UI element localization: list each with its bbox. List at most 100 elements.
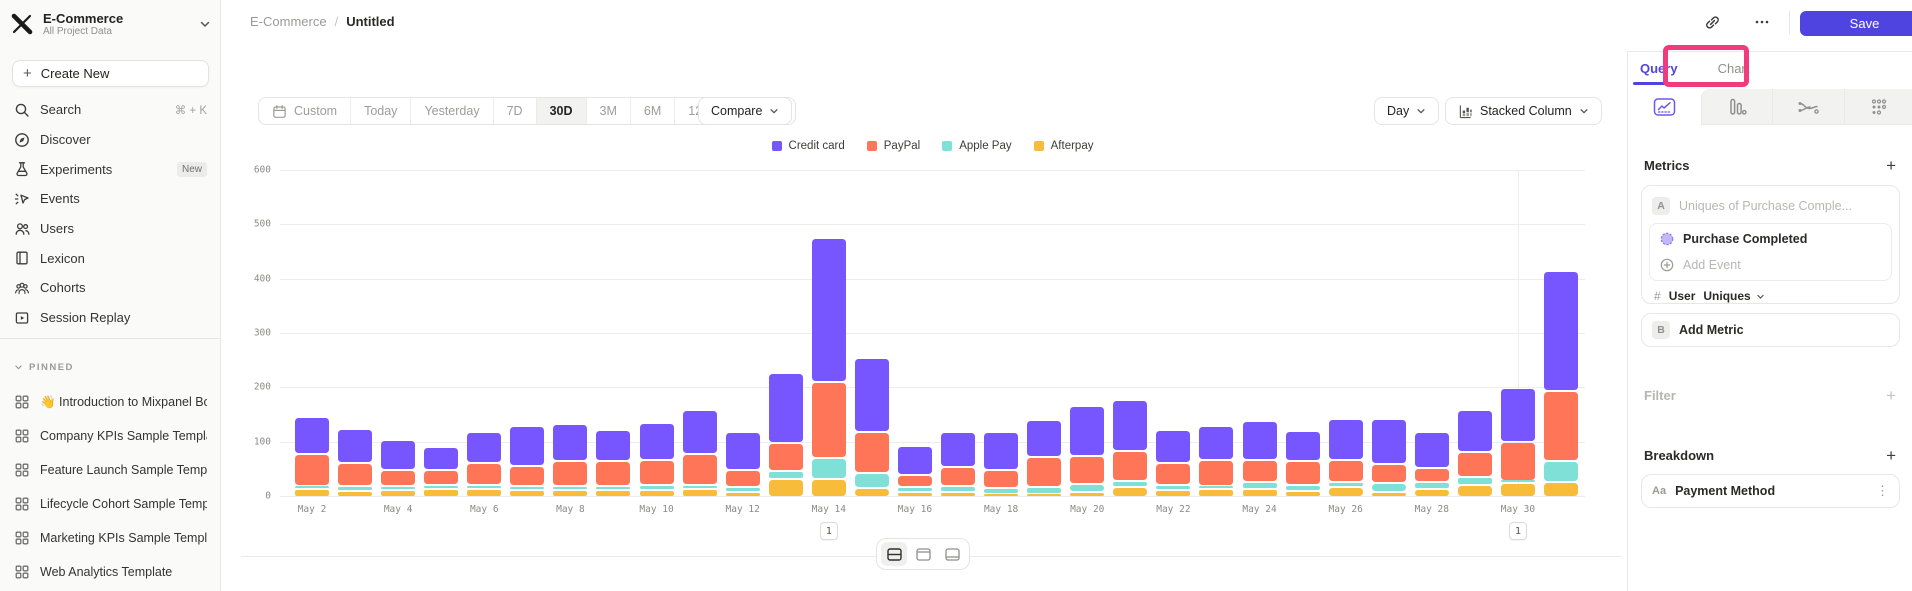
sidebar-item-lexicon[interactable]: Lexicon bbox=[0, 243, 221, 273]
create-new-button[interactable]: + Create New bbox=[12, 60, 209, 87]
compare-button[interactable]: Compare bbox=[698, 97, 792, 125]
bar-segment-paypal[interactable] bbox=[1544, 392, 1578, 460]
bar-segment-credit-card[interactable] bbox=[812, 239, 846, 381]
bar-segment-credit-card[interactable] bbox=[1286, 432, 1320, 460]
sidebar-item-discover[interactable]: Discover bbox=[0, 125, 221, 155]
bar-segment-afterpay[interactable] bbox=[295, 490, 329, 496]
annotation-badge[interactable]: 1 bbox=[820, 522, 838, 540]
bar-segment-afterpay[interactable] bbox=[855, 489, 889, 496]
sidebar-item-experiments[interactable]: ExperimentsNew bbox=[0, 154, 221, 184]
table-only-toggle[interactable] bbox=[939, 542, 965, 566]
bar-segment-paypal[interactable] bbox=[898, 476, 932, 486]
bar-segment-afterpay[interactable] bbox=[424, 490, 458, 496]
annotation-badge[interactable]: 1 bbox=[1509, 522, 1527, 540]
range-6m[interactable]: 6M bbox=[630, 98, 674, 124]
bar-segment-afterpay[interactable] bbox=[1156, 491, 1190, 496]
bar-segment-apple-pay[interactable] bbox=[941, 487, 975, 491]
bar-segment-afterpay[interactable] bbox=[1544, 483, 1578, 496]
bar-segment-paypal[interactable] bbox=[1113, 452, 1147, 479]
count-type-row[interactable]: # User Uniques bbox=[1642, 281, 1899, 312]
bar-segment-afterpay[interactable] bbox=[1199, 490, 1233, 496]
range-30d[interactable]: 30D bbox=[536, 98, 586, 124]
bar-segment-apple-pay[interactable] bbox=[381, 487, 415, 490]
bar-segment-afterpay[interactable] bbox=[1458, 486, 1492, 496]
bar-segment-afterpay[interactable] bbox=[683, 490, 717, 496]
bar-segment-paypal[interactable] bbox=[683, 455, 717, 484]
bar-segment-apple-pay[interactable] bbox=[1329, 483, 1363, 486]
bar-segment-paypal[interactable] bbox=[1027, 458, 1061, 485]
bar-segment-paypal[interactable] bbox=[596, 462, 630, 484]
bar-segment-paypal[interactable] bbox=[295, 455, 329, 486]
bar-segment-paypal[interactable] bbox=[467, 464, 501, 484]
bar-segment-credit-card[interactable] bbox=[295, 418, 329, 452]
event-row[interactable]: Purchase Completed bbox=[1650, 226, 1891, 252]
bar-segment-paypal[interactable] bbox=[1458, 453, 1492, 476]
bar-segment-apple-pay[interactable] bbox=[1415, 483, 1449, 488]
bar-segment-credit-card[interactable] bbox=[726, 433, 760, 470]
bar-segment-afterpay[interactable] bbox=[1286, 492, 1320, 496]
bar-segment-paypal[interactable] bbox=[510, 467, 544, 485]
add-metric-plus-icon[interactable]: + bbox=[1886, 157, 1896, 174]
sidebar-item-search[interactable]: Search⌘ + K bbox=[0, 95, 221, 125]
bar-segment-afterpay[interactable] bbox=[1243, 490, 1277, 496]
bar-segment-credit-card[interactable] bbox=[1415, 433, 1449, 466]
bar-segment-apple-pay[interactable] bbox=[1501, 480, 1535, 482]
bar-segment-afterpay[interactable] bbox=[381, 491, 415, 496]
bar-segment-apple-pay[interactable] bbox=[726, 488, 760, 491]
bar-segment-apple-pay[interactable] bbox=[984, 489, 1018, 492]
bar-segment-apple-pay[interactable] bbox=[855, 474, 889, 487]
bar-segment-apple-pay[interactable] bbox=[596, 487, 630, 490]
bar-segment-apple-pay[interactable] bbox=[1458, 478, 1492, 484]
add-breakdown-plus-icon[interactable]: + bbox=[1886, 447, 1896, 464]
bar-segment-paypal[interactable] bbox=[984, 471, 1018, 487]
range-7d[interactable]: 7D bbox=[493, 98, 536, 124]
bar-segment-credit-card[interactable] bbox=[984, 433, 1018, 470]
pinned-board-item[interactable]: Feature Launch Sample Templa bbox=[0, 453, 221, 487]
bar-segment-credit-card[interactable] bbox=[1544, 272, 1578, 390]
sidebar-item-users[interactable]: Users bbox=[0, 214, 221, 244]
bar-segment-afterpay[interactable] bbox=[898, 493, 932, 496]
bar-segment-paypal[interactable] bbox=[338, 464, 372, 485]
chart-only-toggle[interactable] bbox=[910, 542, 936, 566]
breadcrumb-report-title[interactable]: Untitled bbox=[346, 14, 394, 29]
breadcrumb-project[interactable]: E-Commerce bbox=[250, 14, 327, 29]
granularity-button[interactable]: Day bbox=[1374, 97, 1439, 125]
add-filter-plus-icon[interactable]: + bbox=[1886, 387, 1896, 404]
metric-card-b[interactable]: B Add Metric bbox=[1641, 313, 1900, 347]
bar-segment-credit-card[interactable] bbox=[1243, 422, 1277, 458]
bar-segment-afterpay[interactable] bbox=[984, 494, 1018, 496]
bar-segment-apple-pay[interactable] bbox=[1199, 486, 1233, 488]
split-view-toggle[interactable] bbox=[881, 542, 907, 566]
bar-segment-apple-pay[interactable] bbox=[683, 486, 717, 489]
bar-segment-apple-pay[interactable] bbox=[1070, 485, 1104, 491]
tab-flows[interactable] bbox=[1772, 89, 1845, 125]
bar-segment-credit-card[interactable] bbox=[640, 424, 674, 459]
kebab-menu-icon[interactable]: ⋮ bbox=[1876, 483, 1889, 499]
bar-segment-paypal[interactable] bbox=[769, 444, 803, 470]
tab-funnels[interactable] bbox=[1701, 89, 1772, 125]
bar-segment-paypal[interactable] bbox=[1329, 461, 1363, 481]
bar-segment-credit-card[interactable] bbox=[338, 430, 372, 462]
bar-segment-paypal[interactable] bbox=[1501, 443, 1535, 480]
bar-segment-credit-card[interactable] bbox=[1501, 389, 1535, 441]
bar-segment-paypal[interactable] bbox=[726, 471, 760, 486]
bar-segment-paypal[interactable] bbox=[1243, 461, 1277, 481]
bar-segment-apple-pay[interactable] bbox=[812, 459, 846, 478]
sidebar-item-events[interactable]: Events bbox=[0, 184, 221, 214]
bar-segment-apple-pay[interactable] bbox=[553, 487, 587, 490]
project-switcher[interactable]: E-Commerce All Project Data bbox=[0, 6, 221, 42]
bar-segment-credit-card[interactable] bbox=[424, 448, 458, 469]
bar-segment-afterpay[interactable] bbox=[1329, 488, 1363, 496]
bar-segment-afterpay[interactable] bbox=[769, 480, 803, 496]
bar-segment-credit-card[interactable] bbox=[553, 425, 587, 460]
more-options-icon[interactable] bbox=[1749, 10, 1775, 34]
tab-chart[interactable]: Chart bbox=[1692, 52, 1764, 89]
bar-segment-paypal[interactable] bbox=[1199, 461, 1233, 485]
bar-segment-apple-pay[interactable] bbox=[1286, 486, 1320, 491]
bar-segment-afterpay[interactable] bbox=[1070, 493, 1104, 496]
breakdown-card[interactable]: Aa Payment Method ⋮ bbox=[1641, 474, 1900, 508]
bar-segment-afterpay[interactable] bbox=[1501, 484, 1535, 496]
bar-segment-paypal[interactable] bbox=[1286, 462, 1320, 483]
bar-segment-credit-card[interactable] bbox=[1113, 401, 1147, 450]
bar-segment-credit-card[interactable] bbox=[1070, 407, 1104, 454]
